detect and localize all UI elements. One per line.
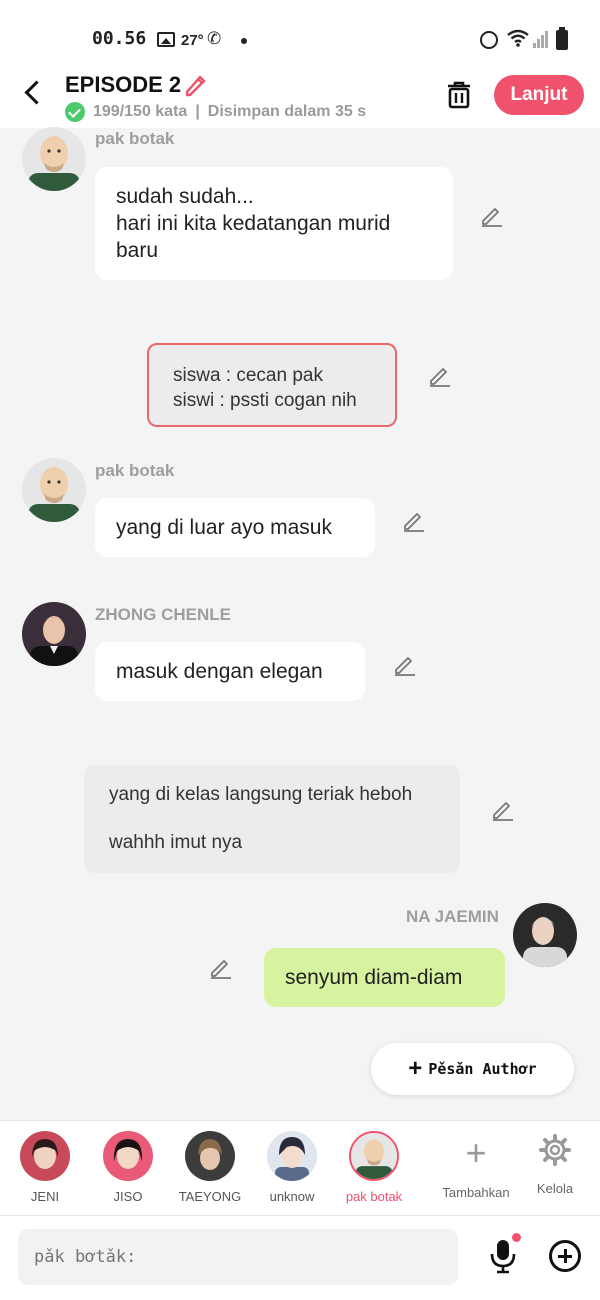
avatar	[103, 1131, 153, 1181]
avatar[interactable]	[513, 903, 577, 967]
avatar[interactable]	[22, 602, 86, 666]
separator: |	[195, 103, 200, 120]
avatar	[20, 1131, 70, 1181]
speaker-name: ZHONG CHENLE	[95, 605, 231, 624]
battery-icon	[556, 27, 568, 50]
alarm-icon	[480, 31, 498, 49]
message-input[interactable]	[18, 1229, 458, 1285]
narration-block[interactable]: siswa : cecan pak siswi : pssti cogan ni…	[147, 343, 397, 427]
editor-header: EPISODE 2 199/150 kata | Disimpan dalam …	[0, 70, 600, 128]
message-bubble[interactable]: sudah sudah... hari ini kita kedatangan …	[95, 167, 453, 280]
message-bubble[interactable]: senyum diam-diam	[264, 948, 505, 1007]
message-text: masuk dengan elegan	[116, 660, 323, 683]
character-pak-botak[interactable]: pak botak	[334, 1131, 414, 1204]
signal-icon	[533, 30, 549, 48]
narration-line: wahhh imut nya	[109, 832, 243, 853]
character-label: JISO	[113, 1189, 143, 1204]
speaker-name: NA JAEMIN	[406, 907, 499, 926]
add-circle-icon[interactable]	[549, 1240, 581, 1272]
gear-icon	[510, 1133, 600, 1175]
pencil-icon[interactable]	[480, 203, 504, 227]
character-label: JENI	[30, 1189, 60, 1204]
message-line: hari ini kita kedatangan murid	[116, 212, 391, 235]
speaker-name: pak botak	[95, 129, 175, 148]
character-bar: JENI JISO TAEYONG unknow pak botak + Tam…	[0, 1120, 600, 1216]
trash-icon[interactable]	[445, 80, 473, 110]
message-line: baru	[116, 239, 159, 262]
add-character-button[interactable]: + Tambahkan	[431, 1132, 521, 1201]
character-unknow[interactable]: unknow	[252, 1131, 332, 1204]
character-taeyong[interactable]: TAEYONG	[170, 1131, 250, 1204]
character-label: TAEYONG	[178, 1189, 242, 1204]
phone-icon: ✆	[207, 29, 222, 48]
edit-title-icon[interactable]	[183, 72, 209, 98]
pencil-icon[interactable]	[393, 652, 417, 676]
message-text: senyum diam-diam	[285, 966, 463, 989]
microphone-icon[interactable]	[488, 1238, 518, 1274]
author-message-button[interactable]: + Pěsǎn Authơr	[371, 1043, 574, 1095]
back-button[interactable]	[18, 78, 48, 108]
plus-icon: +	[465, 1132, 487, 1173]
message-bubble[interactable]: masuk dengan elegan	[95, 642, 365, 701]
character-label: pak botak	[345, 1189, 403, 1204]
narration-line: yang di kelas langsung teriak heboh	[109, 784, 413, 805]
word-count: 199/150 kata	[93, 103, 188, 120]
manage-button[interactable]: Kelola	[510, 1133, 600, 1196]
author-message-label: Pěsǎn Authơr	[428, 1060, 537, 1078]
status-bar: 00.56 27° ✆	[0, 0, 600, 70]
pencil-icon[interactable]	[428, 363, 452, 387]
avatar[interactable]	[22, 127, 86, 191]
status-time: 00.56	[92, 28, 147, 49]
avatar	[349, 1131, 399, 1181]
gallery-icon	[157, 32, 175, 47]
status-temperature: 27°	[181, 32, 204, 49]
avatar[interactable]	[22, 458, 86, 522]
pencil-icon[interactable]	[209, 955, 233, 979]
episode-title[interactable]: EPISODE 2	[65, 72, 181, 98]
message-line: sudah sudah...	[116, 185, 254, 208]
pencil-icon[interactable]	[491, 797, 515, 821]
plus-icon: +	[408, 1055, 423, 1082]
narration-line: siswi : pssti cogan nih	[173, 390, 357, 411]
pencil-icon[interactable]	[402, 508, 426, 532]
narration-block[interactable]: yang di kelas langsung teriak heboh wahh…	[84, 765, 460, 873]
add-character-label: Tambahkan	[442, 1185, 510, 1200]
speaker-name: pak botak	[95, 461, 175, 480]
input-bar	[0, 1216, 600, 1300]
character-jeni[interactable]: JENI	[5, 1131, 85, 1204]
wifi-icon	[506, 28, 530, 53]
character-jiso[interactable]: JISO	[88, 1131, 168, 1204]
message-text: yang di luar ayo masuk	[116, 516, 332, 539]
narration-line: siswa : cecan pak	[173, 365, 323, 386]
check-icon	[65, 102, 85, 122]
avatar	[267, 1131, 317, 1181]
save-info: 199/150 kata | Disimpan dalam 35 s	[65, 102, 366, 122]
notification-dot-icon	[241, 38, 247, 44]
message-bubble[interactable]: yang di luar ayo masuk	[95, 498, 375, 557]
save-status: Disimpan dalam 35 s	[207, 103, 367, 120]
character-label: unknow	[269, 1189, 315, 1204]
next-button[interactable]: Lanjut	[494, 75, 584, 115]
manage-label: Kelola	[536, 1181, 574, 1196]
avatar	[185, 1131, 235, 1181]
notification-dot-icon	[512, 1233, 521, 1242]
